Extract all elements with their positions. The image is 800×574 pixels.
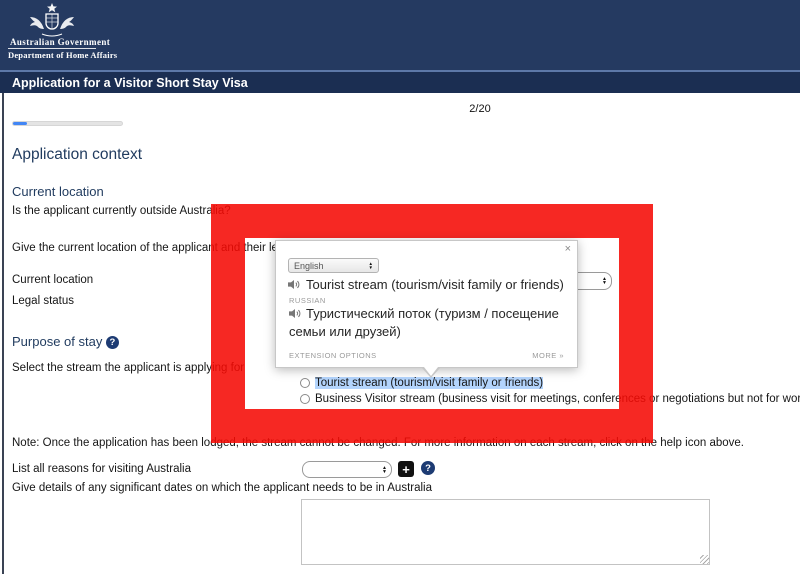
purpose-of-stay-heading: Purpose of stay ?: [12, 334, 119, 349]
popup-tail-fill: [424, 367, 438, 376]
reasons-select[interactable]: ▲▼: [302, 461, 392, 478]
logo-department-text: Department of Home Affairs: [8, 50, 178, 60]
form-title-bar: Application for a Visitor Short Stay Vis…: [0, 70, 800, 93]
page-indicator: 2/20: [430, 103, 530, 115]
extension-options-link[interactable]: EXTENSION OPTIONS: [289, 351, 377, 360]
popup-target-language-label: RUSSIAN: [289, 296, 326, 305]
logo-divider: [8, 48, 96, 49]
significant-dates-textarea[interactable]: [301, 499, 710, 565]
speaker-icon[interactable]: [288, 279, 301, 290]
popup-translation-row: Туристический поток (туризм / посещение …: [289, 305, 571, 340]
popup-language-select[interactable]: English ▲▼: [288, 258, 379, 273]
select-stream-question: Select the stream the applicant is apply…: [12, 362, 244, 374]
stream-note: Note: Once the application has been lodg…: [12, 437, 744, 449]
more-link[interactable]: MORE »: [532, 351, 564, 360]
significant-dates-label: Give details of any significant dates on…: [12, 482, 432, 494]
business-stream-radio[interactable]: [300, 394, 310, 404]
legal-status-field-label: Legal status: [12, 295, 74, 307]
progress-bar-fill: [13, 122, 27, 125]
business-stream-option[interactable]: Business Visitor stream (business visit …: [300, 393, 800, 405]
progress-bar: [12, 121, 123, 126]
speaker-icon[interactable]: [289, 308, 302, 319]
popup-source-text: Tourist stream (tourism/visit family or …: [306, 277, 564, 292]
popup-source-row: Tourist stream (tourism/visit family or …: [288, 277, 564, 292]
popup-footer: EXTENSION OPTIONS MORE »: [289, 351, 564, 360]
purpose-of-stay-heading-text: Purpose of stay: [12, 334, 102, 349]
app-header: Australian Government Department of Home…: [0, 0, 800, 70]
page-heading: Application context: [12, 146, 142, 164]
tourist-stream-label[interactable]: Tourist stream (tourism/visit family or …: [315, 377, 543, 389]
translate-popup: × English ▲▼ Tourist stream (tourism/vis…: [275, 240, 578, 368]
logo-government-text: Australian Government: [10, 37, 160, 47]
australian-coat-of-arms-icon: [22, 3, 82, 37]
popup-language-value: English: [294, 261, 324, 271]
form-title: Application for a Visitor Short Stay Vis…: [12, 76, 248, 90]
current-location-field-label: Current location: [12, 274, 93, 286]
tourist-stream-option[interactable]: Tourist stream (tourism/visit family or …: [300, 377, 543, 389]
outside-australia-question: Is the applicant currently outside Austr…: [12, 205, 231, 217]
add-reason-button[interactable]: +: [398, 461, 414, 477]
business-stream-label[interactable]: Business Visitor stream (business visit …: [315, 393, 800, 405]
content-left-border: [2, 93, 4, 574]
reasons-label: List all reasons for visiting Australia: [12, 463, 191, 475]
popup-translation-text: Туристический поток (туризм / посещение …: [289, 306, 559, 339]
tourist-stream-radio[interactable]: [300, 378, 310, 388]
reasons-help-icon[interactable]: ?: [421, 461, 435, 475]
purpose-help-icon[interactable]: ?: [106, 336, 119, 349]
select-spinner-icon: ▲▼: [602, 277, 607, 285]
close-icon[interactable]: ×: [565, 244, 571, 255]
current-location-heading: Current location: [12, 184, 104, 199]
textarea-resize-handle[interactable]: [700, 555, 709, 564]
select-spinner-icon: ▲▼: [382, 466, 387, 474]
select-spinner-icon: ▲▼: [369, 262, 373, 270]
